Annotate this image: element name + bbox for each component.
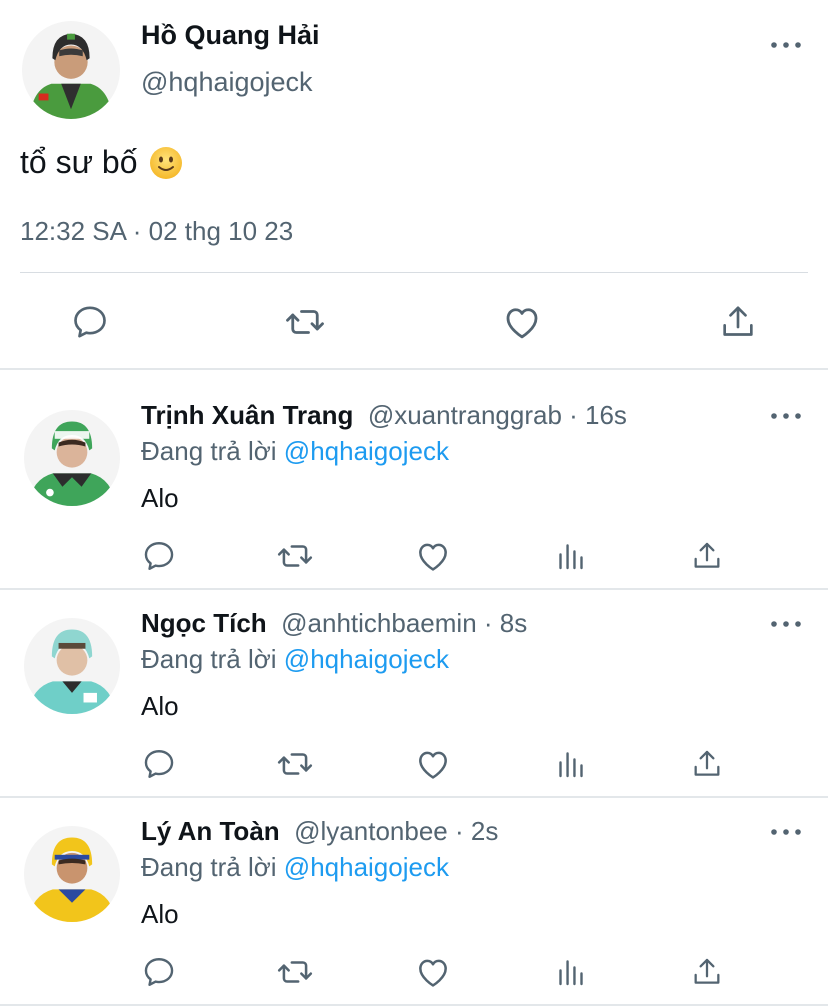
avatar[interactable] — [24, 826, 120, 922]
author-handle[interactable]: @hqhaigojeck — [141, 67, 313, 98]
reply-icon[interactable] — [139, 952, 179, 992]
share-icon[interactable] — [687, 536, 727, 576]
replying-to: Đang trả lời @hqhaigojeck — [141, 852, 449, 883]
author-handle[interactable]: @lyantonbee · 2s — [287, 816, 498, 846]
divider — [0, 588, 828, 590]
retweet-icon[interactable] — [275, 952, 315, 992]
divider — [0, 796, 828, 798]
more-options-icon[interactable] — [766, 822, 806, 842]
reply-header: Trịnh Xuân Trang @xuantranggrab · 16s — [141, 400, 627, 431]
replying-to: Đang trả lời @hqhaigojeck — [141, 644, 449, 675]
replying-to-label: Đang trả lời — [141, 852, 277, 882]
like-icon[interactable] — [413, 952, 453, 992]
like-icon[interactable] — [500, 300, 544, 344]
tweet-timestamp[interactable]: 12:32 SA · 02 thg 10 23 — [20, 216, 293, 247]
reply-icon[interactable] — [68, 300, 112, 344]
reply-tweet[interactable]: Trịnh Xuân Trang @xuantranggrab · 16s Đa… — [0, 390, 828, 598]
reply-time: 2s — [470, 816, 499, 846]
more-options-icon[interactable] — [766, 614, 806, 634]
reply-header: Ngọc Tích @anhtichbaemin · 8s — [141, 608, 527, 639]
divider — [0, 368, 828, 370]
avatar[interactable] — [22, 21, 120, 119]
author-name[interactable]: Ngọc Tích — [141, 608, 267, 638]
main-tweet: Hồ Quang Hải @hqhaigojeck tổ sư bố 12:32… — [0, 0, 828, 370]
slightly-smiling-face-icon — [149, 146, 183, 180]
tweet-text: tổ sư bố — [20, 144, 138, 180]
tweet-text-container: tổ sư bố — [20, 144, 183, 181]
avatar[interactable] — [24, 410, 120, 506]
author-name[interactable]: Trịnh Xuân Trang — [141, 400, 353, 430]
share-icon[interactable] — [687, 744, 727, 784]
replying-to: Đang trả lời @hqhaigojeck — [141, 436, 449, 467]
avatar[interactable] — [24, 618, 120, 714]
reply-text: Alo — [141, 691, 179, 721]
share-icon[interactable] — [687, 952, 727, 992]
retweet-icon[interactable] — [275, 536, 315, 576]
stats-icon[interactable] — [551, 536, 591, 576]
more-options-icon[interactable] — [766, 406, 806, 426]
author-name[interactable]: Hồ Quang Hải — [141, 20, 320, 51]
mention-link[interactable]: @hqhaigojeck — [284, 644, 449, 674]
reply-time: 8s — [499, 608, 528, 638]
mention-link[interactable]: @hqhaigojeck — [284, 852, 449, 882]
stats-icon[interactable] — [551, 744, 591, 784]
reply-tweet[interactable]: Ngọc Tích @anhtichbaemin · 8s Đang trả l… — [0, 598, 828, 806]
like-icon[interactable] — [413, 536, 453, 576]
reply-header: Lý An Toàn @lyantonbee · 2s — [141, 816, 498, 847]
reply-tweet[interactable]: Lý An Toàn @lyantonbee · 2s Đang trả lời… — [0, 806, 828, 1006]
retweet-icon[interactable] — [275, 744, 315, 784]
reply-icon[interactable] — [139, 536, 179, 576]
share-icon[interactable] — [716, 300, 760, 344]
like-icon[interactable] — [413, 744, 453, 784]
divider — [20, 272, 808, 273]
reply-icon[interactable] — [139, 744, 179, 784]
reply-time: 16s — [585, 400, 627, 430]
author-handle[interactable]: @anhtichbaemin · 8s — [274, 608, 527, 638]
reply-text: Alo — [141, 483, 179, 513]
retweet-icon[interactable] — [283, 300, 327, 344]
stats-icon[interactable] — [551, 952, 591, 992]
author-handle[interactable]: @xuantranggrab · 16s — [361, 400, 627, 430]
more-options-icon[interactable] — [766, 35, 806, 55]
replying-to-label: Đang trả lời — [141, 436, 277, 466]
replying-to-label: Đang trả lời — [141, 644, 277, 674]
reply-text: Alo — [141, 899, 179, 929]
author-name[interactable]: Lý An Toàn — [141, 816, 280, 846]
mention-link[interactable]: @hqhaigojeck — [284, 436, 449, 466]
